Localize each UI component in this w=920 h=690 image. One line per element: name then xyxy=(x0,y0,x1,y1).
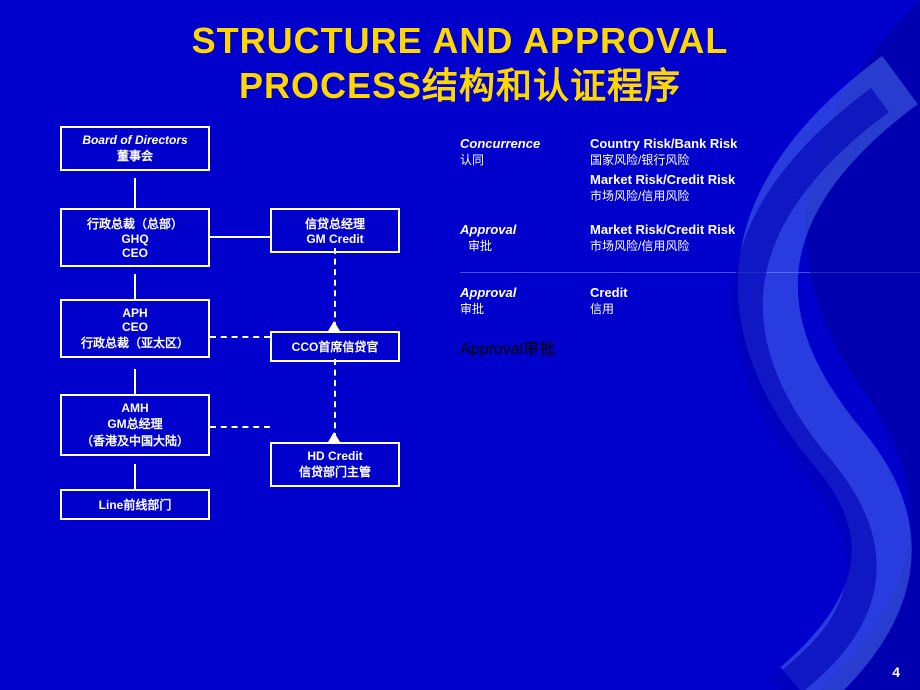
org-chart: Board of Directors 董事会 行政总裁（总部） GHQ CEO xyxy=(30,126,420,626)
gm-credit-line1: 信贷总经理 xyxy=(280,215,390,232)
info-panel: Concurrence 认同 Country Risk/Bank Risk 国家… xyxy=(460,136,920,626)
concurrence-item1-en: Country Risk/Bank Risk xyxy=(590,136,737,151)
approval1-label: Approval 审批 xyxy=(460,222,590,254)
concurrence-content: Country Risk/Bank Risk 国家风险/银行风险 Market … xyxy=(590,136,737,204)
gm-credit-box: 信贷总经理 GM Credit xyxy=(270,208,400,253)
arrow-up-cco xyxy=(328,321,340,331)
cco-box: CCO首席信贷官 xyxy=(270,331,400,362)
ghq-line3: CEO xyxy=(70,246,200,260)
line-dept-box: Line前线部门 xyxy=(60,489,210,520)
approval2-content: Credit 信用 xyxy=(590,285,628,317)
concurrence-item1-zh: 国家风险/银行风险 xyxy=(590,151,737,168)
cco-text: CCO首席信贷官 xyxy=(280,338,390,355)
aph-line2: CEO xyxy=(70,320,200,334)
amh-box: AMH GM总经理 （香港及中国大陆） xyxy=(60,394,210,456)
dash-aph-h xyxy=(210,336,270,338)
approval1-item1-zh: 市场风险/信用风险 xyxy=(590,237,735,254)
approval2-item1-en: Credit xyxy=(590,285,628,300)
info-row-approval2: Approval 审批 Credit 信用 xyxy=(460,285,920,317)
line-ghq-h xyxy=(210,236,270,238)
board-en: Board of Directors xyxy=(70,133,200,147)
info-row-concurrence: Concurrence 认同 Country Risk/Bank Risk 国家… xyxy=(460,136,920,204)
slide-title: STRUCTURE AND APPROVAL PROCESS结构和认证程序 xyxy=(0,0,920,108)
concurrence-en: Concurrence xyxy=(460,136,590,151)
aph-line3: 行政总裁（亚太区） xyxy=(70,334,200,351)
dash-cco-to-hd xyxy=(334,359,336,439)
amh-line2: GM总经理 xyxy=(70,415,200,432)
amh-line3: （香港及中国大陆） xyxy=(70,432,200,449)
board-box: Board of Directors 董事会 xyxy=(60,126,210,171)
aph-box: APH CEO 行政总裁（亚太区） xyxy=(60,299,210,358)
info-section-approval3: Approval审批 xyxy=(460,335,920,359)
line-amh-to-line xyxy=(134,464,136,489)
line-aph-to-amh xyxy=(134,369,136,394)
approval2-item1-zh: 信用 xyxy=(590,300,628,317)
line-ghq-to-aph xyxy=(134,274,136,299)
title-line2: PROCESS结构和认证程序 xyxy=(0,63,920,108)
dash-gm-to-cco xyxy=(334,248,336,328)
concurrence-item2-zh: 市场风险/信用风险 xyxy=(590,187,737,204)
ghq-line2: GHQ xyxy=(70,232,200,246)
approval1-en: Approval xyxy=(460,222,590,237)
approval2-zh: 审批 xyxy=(460,300,590,317)
hd-credit-line1: HD Credit xyxy=(280,449,390,463)
concurrence-item2-en: Market Risk/Credit Risk xyxy=(590,172,737,187)
concurrence-zh: 认同 xyxy=(460,151,590,168)
hd-credit-line2: 信贷部门主管 xyxy=(280,463,390,480)
hd-credit-box: HD Credit 信贷部门主管 xyxy=(270,442,400,487)
title-line1: STRUCTURE AND APPROVAL xyxy=(0,18,920,63)
info-divider xyxy=(460,272,920,273)
amh-line1: AMH xyxy=(70,401,200,415)
ghq-line1: 行政总裁（总部） xyxy=(70,215,200,232)
aph-line1: APH xyxy=(70,306,200,320)
gm-credit-line2: GM Credit xyxy=(280,232,390,246)
arrow-up-hd xyxy=(328,432,340,442)
dash-amh-h xyxy=(210,426,270,428)
line-dept-text: Line前线部门 xyxy=(70,496,200,513)
approval2-label: Approval 审批 xyxy=(460,285,590,317)
approval1-zh: 审批 xyxy=(468,237,590,254)
info-row-approval1: Approval 审批 Market Risk/Credit Risk 市场风险… xyxy=(460,222,920,254)
info-section-approval2: Approval 审批 Credit 信用 xyxy=(460,285,920,317)
concurrence-label: Concurrence 认同 xyxy=(460,136,590,168)
info-section-approval1: Approval 审批 Market Risk/Credit Risk 市场风险… xyxy=(460,222,920,254)
info-section-concurrence: Concurrence 认同 Country Risk/Bank Risk 国家… xyxy=(460,136,920,204)
ghq-box: 行政总裁（总部） GHQ CEO xyxy=(60,208,210,267)
line-board-to-ghq xyxy=(134,178,136,208)
approval3-text: Approval审批 xyxy=(460,335,920,359)
approval1-item1-en: Market Risk/Credit Risk xyxy=(590,222,735,237)
board-zh: 董事会 xyxy=(70,147,200,164)
page-number: 4 xyxy=(892,664,900,680)
approval2-en: Approval xyxy=(460,285,590,300)
approval1-content: Market Risk/Credit Risk 市场风险/信用风险 xyxy=(590,222,735,254)
